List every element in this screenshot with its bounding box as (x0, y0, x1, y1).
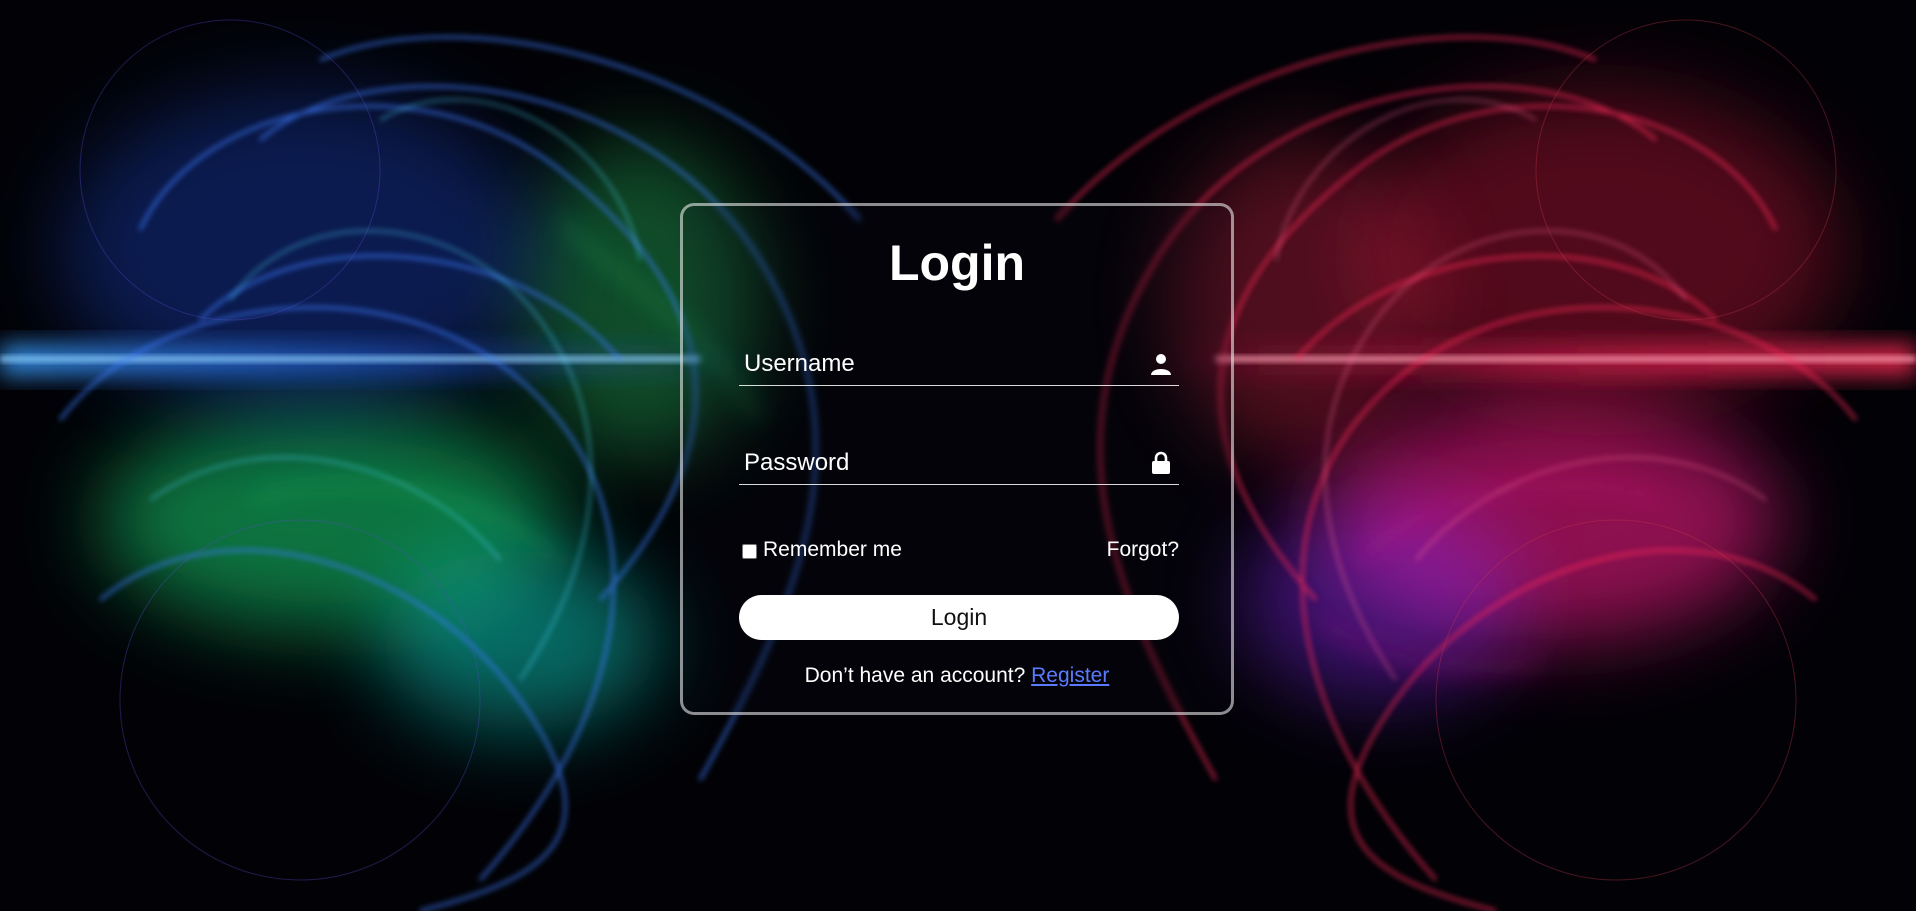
password-field (739, 444, 1179, 485)
login-page: Login Remember me Forgot? Login Don (0, 0, 1916, 911)
register-prompt: Don’t have an account? (804, 664, 1026, 687)
username-input[interactable] (739, 345, 1119, 383)
forgot-password-link[interactable]: Forgot? (1107, 538, 1179, 562)
user-icon (1151, 354, 1171, 375)
options-row: Remember me Forgot? (739, 536, 1179, 566)
login-title: Login (888, 235, 1026, 291)
lock-icon (1152, 451, 1170, 474)
register-row: Don’t have an account? Register (683, 664, 1231, 688)
remember-checkbox[interactable] (742, 544, 757, 559)
register-link[interactable]: Register (1031, 664, 1109, 687)
username-field (739, 345, 1179, 386)
remember-me[interactable]: Remember me (742, 538, 902, 562)
password-input[interactable] (739, 444, 1119, 482)
remember-label: Remember me (763, 538, 902, 561)
login-button[interactable]: Login (739, 595, 1179, 640)
login-card: Login Remember me Forgot? Login Don (680, 203, 1234, 715)
